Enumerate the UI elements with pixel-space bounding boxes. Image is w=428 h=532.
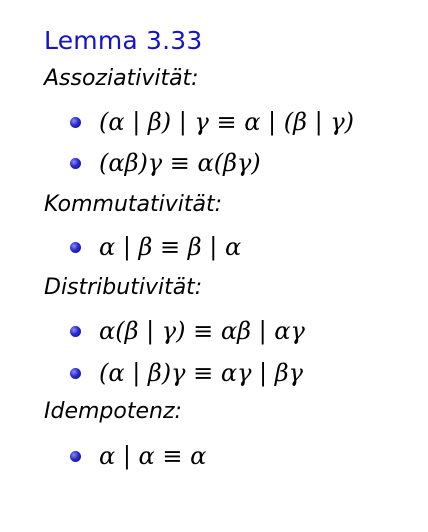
formula: (α | β) | γ ≡ α | (β | γ) xyxy=(99,108,355,136)
section-heading-assoziativitaet: Assoziativität: xyxy=(44,66,199,91)
bullet-icon xyxy=(70,241,81,253)
bullet-icon xyxy=(70,116,81,128)
bullet-icon xyxy=(70,450,81,462)
bullet-icon xyxy=(70,325,81,337)
list-item: (αβ)γ ≡ α(βγ) xyxy=(70,145,261,181)
formula: (αβ)γ ≡ α(βγ) xyxy=(99,149,261,177)
formula: α(β | γ) ≡ αβ | αγ xyxy=(99,317,305,345)
bullet-icon xyxy=(70,157,81,169)
list-item: α | β ≡ β | α xyxy=(70,229,241,265)
list-item: (α | β) | γ ≡ α | (β | γ) xyxy=(70,104,354,140)
section-heading-idempotenz: Idempotenz: xyxy=(44,399,182,424)
formula: α | α ≡ α xyxy=(99,442,207,470)
list-item: α | α ≡ α xyxy=(70,438,206,474)
section-heading-kommutativitaet: Kommutativität: xyxy=(44,192,223,217)
list-item: (α | β)γ ≡ αγ | βγ xyxy=(70,355,303,391)
formula: (α | β)γ ≡ αγ | βγ xyxy=(99,359,303,387)
lemma-title: Lemma 3.33 xyxy=(44,26,203,55)
bullet-icon xyxy=(70,367,81,379)
list-item: α(β | γ) ≡ αβ | αγ xyxy=(70,313,305,349)
formula: α | β ≡ β | α xyxy=(99,233,242,261)
lemma-slide: Lemma 3.33 Assoziativität: (α | β) | γ ≡… xyxy=(0,0,428,532)
section-heading-distributivitaet: Distributivität: xyxy=(44,275,203,300)
